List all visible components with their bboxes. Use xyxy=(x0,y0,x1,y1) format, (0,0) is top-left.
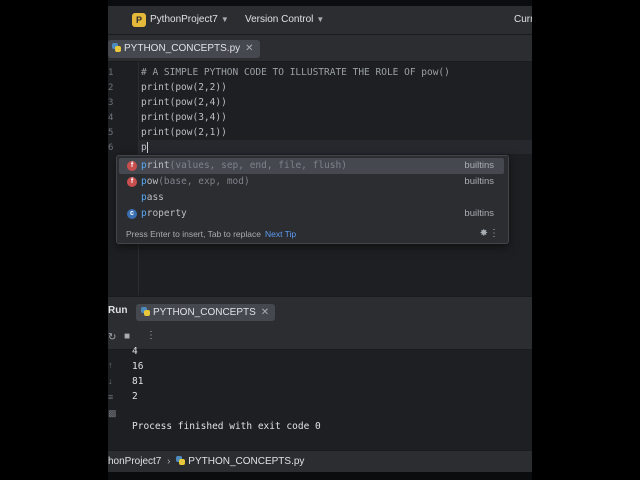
line-number: 4 xyxy=(108,113,114,123)
completion-name: print(values, sep, end, file, flush) xyxy=(141,160,347,171)
console-line: Process finished with exit code 0 xyxy=(132,421,321,432)
editor-tab-bar: PYTHON_CONCEPTS.py ✕ xyxy=(108,35,532,62)
line-number: 3 xyxy=(108,98,114,108)
line-number: 1 xyxy=(108,68,114,78)
scroll-up-icon[interactable]: ↑ xyxy=(108,360,113,370)
run-tab-python-concepts[interactable]: PYTHON_CONCEPTS ✕ xyxy=(136,304,276,321)
next-tip-link[interactable]: Next Tip xyxy=(265,229,296,239)
rerun-icon[interactable]: ↻ xyxy=(108,332,116,343)
tab-label: PYTHON_CONCEPTS.py xyxy=(124,43,241,54)
chevron-down-icon: ▼ xyxy=(316,15,325,24)
line-number: 2 xyxy=(108,83,114,93)
code-line[interactable]: p xyxy=(141,142,147,153)
run-toolbar: ↻ ■ ⋮ xyxy=(108,327,532,350)
settings-spinner-icon[interactable]: ✸ xyxy=(480,228,488,239)
code-line[interactable]: print(pow(3,4)) xyxy=(141,112,227,123)
completion-item-print[interactable]: f print(values, sep, end, file, flush) b… xyxy=(119,158,504,174)
text-caret xyxy=(147,142,148,153)
code-line[interactable]: print(pow(2,4)) xyxy=(141,97,227,108)
run-config-selector[interactable]: Curr xyxy=(514,6,532,34)
close-icon[interactable]: ✕ xyxy=(261,307,269,318)
soft-wrap-icon[interactable]: ≡ xyxy=(108,392,113,402)
current-line-highlight xyxy=(139,140,532,154)
print-icon[interactable]: ▩ xyxy=(108,408,117,419)
status-bar: honProject7 › PYTHON_CONCEPTS.py xyxy=(108,450,532,473)
run-config-label: Curr xyxy=(514,14,532,25)
run-tab-label: PYTHON_CONCEPTS xyxy=(153,307,256,318)
code-line[interactable]: print(pow(2,2)) xyxy=(141,82,227,93)
code-completion-popup: f print(values, sep, end, file, flush) b… xyxy=(116,155,509,244)
completion-name: pass xyxy=(141,192,164,203)
code-line[interactable]: # A SIMPLE PYTHON CODE TO ILLUSTRATE THE… xyxy=(141,67,450,78)
chevron-down-icon: ▼ xyxy=(220,15,229,24)
vcs-label: Version Control xyxy=(245,14,314,25)
code-line[interactable]: print(pow(2,1)) xyxy=(141,127,227,138)
run-console[interactable]: ↑ ↓ ≡ ▩ 4 16 81 2 Process finished with … xyxy=(108,346,532,450)
completion-source: builtins xyxy=(464,176,494,187)
line-number: 6 xyxy=(108,143,114,153)
more-options-icon[interactable]: ⋮ xyxy=(146,330,156,341)
python-file-icon xyxy=(112,43,121,52)
function-icon: f xyxy=(127,177,137,187)
completion-source: builtins xyxy=(464,208,494,219)
run-panel-header: Run PYTHON_CONCEPTS ✕ xyxy=(108,296,532,327)
breadcrumb-file[interactable]: PYTHON_CONCEPTS.py xyxy=(188,456,304,467)
vcs-menu[interactable]: Version Control ▼ xyxy=(245,6,324,34)
project-switcher[interactable]: PythonProject7 ▼ xyxy=(150,6,229,34)
completion-name: pow(base, exp, mod) xyxy=(141,176,250,187)
completion-hint-text: Press Enter to insert, Tab to replace xyxy=(126,229,261,239)
main-toolbar: P PythonProject7 ▼ Version Control ▼ Curr xyxy=(108,6,532,35)
function-icon: f xyxy=(127,161,137,171)
property-icon: c xyxy=(127,209,137,219)
project-name: PythonProject7 xyxy=(150,14,218,25)
stop-icon[interactable]: ■ xyxy=(124,331,130,342)
breadcrumb-separator-icon: › xyxy=(167,456,171,467)
completion-item-pass[interactable]: pass xyxy=(119,190,504,206)
close-icon[interactable]: ✕ xyxy=(245,43,253,54)
console-line: 16 xyxy=(132,361,144,372)
completion-item-property[interactable]: c property builtins xyxy=(119,206,504,222)
completion-item-pow[interactable]: f pow(base, exp, mod) builtins xyxy=(119,174,504,190)
python-file-icon xyxy=(176,456,186,465)
more-options-icon[interactable]: ⋮ xyxy=(489,228,499,239)
console-line: 81 xyxy=(132,376,144,387)
python-file-icon xyxy=(141,307,150,316)
bottom-strip xyxy=(108,472,532,480)
tab-python-concepts[interactable]: PYTHON_CONCEPTS.py ✕ xyxy=(108,40,260,58)
project-badge-icon[interactable]: P xyxy=(132,13,146,27)
console-line: 4 xyxy=(132,346,138,357)
line-number: 5 xyxy=(108,128,114,138)
breadcrumb-project[interactable]: honProject7 xyxy=(108,456,161,467)
console-side-toolbar: ↑ ↓ ≡ ▩ xyxy=(108,350,120,450)
console-line: 2 xyxy=(132,391,138,402)
completion-name: property xyxy=(141,208,187,219)
completion-hint: Press Enter to insert, Tab to replace Nex… xyxy=(126,229,296,239)
completion-source: builtins xyxy=(464,160,494,171)
run-tool-window-title[interactable]: Run xyxy=(108,305,127,316)
scroll-down-icon[interactable]: ↓ xyxy=(108,376,113,386)
